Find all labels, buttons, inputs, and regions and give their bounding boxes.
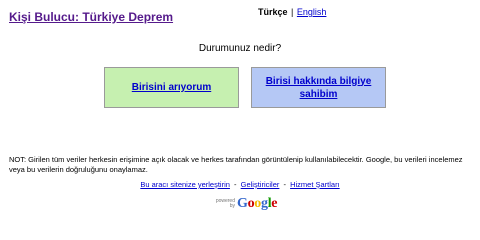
terms-of-service-link[interactable]: Hizmet Şartları bbox=[290, 180, 340, 189]
footer-separator: - bbox=[283, 180, 286, 189]
google-logo-letter: o bbox=[254, 196, 261, 211]
english-language-link[interactable]: English bbox=[297, 7, 327, 17]
page-title[interactable]: Kişi Bulucu: Türkiye Deprem bbox=[9, 10, 173, 24]
have-info-link[interactable]: Birisi hakkında bilgiye sahibim bbox=[252, 75, 385, 101]
google-logo-letter: g bbox=[261, 196, 268, 211]
current-language: Türkçe bbox=[258, 7, 288, 17]
language-separator: | bbox=[291, 7, 294, 17]
powered-by-label: powered by bbox=[215, 198, 235, 209]
language-selector: Türkçe | English bbox=[258, 7, 326, 17]
google-logo-letter: G bbox=[237, 196, 248, 211]
status-question: Durumunuz nedir? bbox=[198, 43, 282, 54]
powered-by-google: powered by Google bbox=[211, 196, 278, 212]
have-info-box[interactable]: Birisi hakkında bilgiye sahibim bbox=[251, 67, 386, 108]
seeking-someone-box[interactable]: Birisini arıyorum bbox=[104, 67, 239, 108]
seeking-someone-link[interactable]: Birisini arıyorum bbox=[132, 81, 211, 94]
embed-tool-link[interactable]: Bu aracı sitenize yerleştirin bbox=[140, 180, 230, 189]
footer-links: Bu aracı sitenize yerleştirin - Geliştir… bbox=[0, 180, 480, 189]
google-logo-letter: e bbox=[271, 196, 278, 211]
google-logo: Google bbox=[237, 196, 278, 212]
data-notice: NOT: Girilen tüm veriler herkesin erişim… bbox=[9, 155, 463, 174]
developers-link[interactable]: Geliştiriciler bbox=[241, 180, 280, 189]
footer-separator: - bbox=[234, 180, 237, 189]
